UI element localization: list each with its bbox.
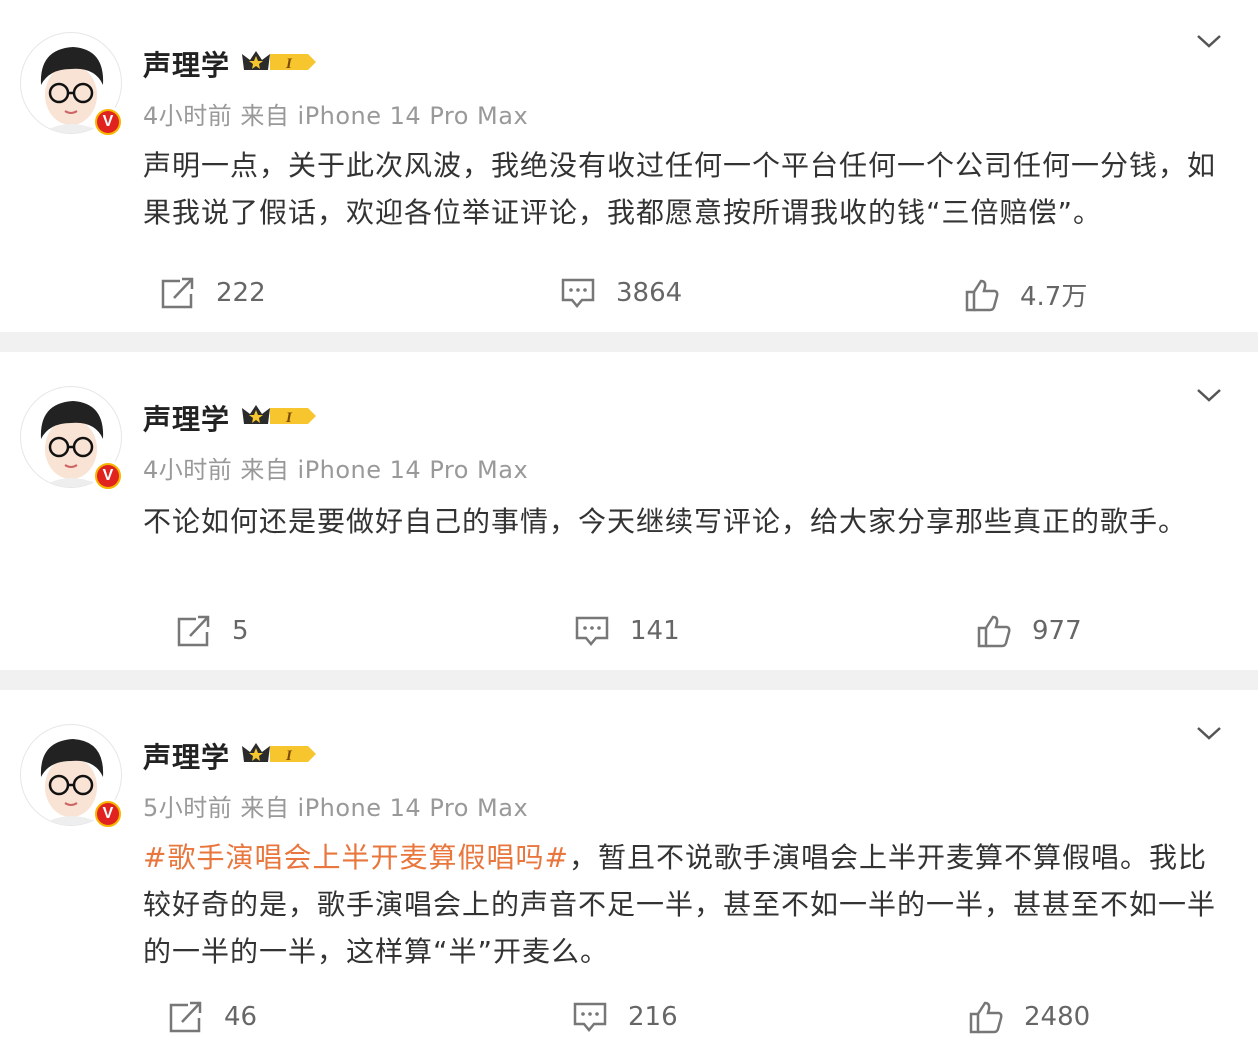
author-name[interactable]: 声理学 <box>143 398 230 438</box>
post-text: 声明一点，关于此次风波，我绝没有收过任何一个平台任何一个公司任何一分钱，如果我说… <box>143 142 1230 236</box>
like-button[interactable]: 2480 <box>968 1000 1090 1034</box>
like-count: 2480 <box>1024 1002 1091 1032</box>
like-button[interactable]: 4.7万 <box>964 276 1087 313</box>
comment-icon <box>573 1002 607 1032</box>
vip-crown-badge-icon: I <box>242 51 316 72</box>
author-name[interactable]: 声理学 <box>143 44 230 84</box>
comment-button[interactable]: 141 <box>574 614 680 648</box>
svg-text:I: I <box>285 748 293 764</box>
thumbs-up-icon <box>965 279 999 311</box>
comment-count: 3864 <box>616 278 683 308</box>
comment-count: 141 <box>630 616 680 646</box>
post-card[interactable]: V 声理学 I 4小时前 来自 iPhone 14 Pro Max 不论如何还是… <box>0 352 1258 670</box>
comment-count: 216 <box>628 1002 678 1032</box>
post-text-body: 不论如何还是要做好自己的事情，今天继续写评论，给大家分享那些真正的歌手。 <box>143 505 1188 538</box>
chevron-down-icon[interactable] <box>1194 722 1224 742</box>
post-text: 不论如何还是要做好自己的事情，今天继续写评论，给大家分享那些真正的歌手。 <box>143 498 1230 545</box>
repost-count: 46 <box>224 1002 258 1032</box>
post-card[interactable]: V 声理学 I 4小时前 来自 iPhone 14 Pro Max 声明一点，关… <box>0 0 1258 332</box>
post-meta: 4小时前 来自 iPhone 14 Pro Max <box>143 456 529 484</box>
vip-crown-badge-icon: I <box>242 743 316 764</box>
post-text: #歌手演唱会上半开麦算假唱吗#，暂且不说歌手演唱会上半开麦算不算假唱。我比较好奇… <box>143 834 1230 975</box>
chevron-down-icon[interactable] <box>1194 384 1224 404</box>
share-icon <box>177 615 210 647</box>
verified-badge-icon: V <box>92 798 124 830</box>
svg-text:I: I <box>285 410 293 426</box>
topic-hashtag-link[interactable]: #歌手演唱会上半开麦算假唱吗# <box>143 841 569 874</box>
comment-icon <box>561 278 595 308</box>
repost-button[interactable]: 222 <box>160 276 266 310</box>
chevron-down-icon[interactable] <box>1194 30 1224 50</box>
repost-count: 5 <box>232 616 249 646</box>
share-icon <box>169 1001 202 1033</box>
post-meta: 4小时前 来自 iPhone 14 Pro Max <box>143 102 529 130</box>
repost-button[interactable]: 46 <box>168 1000 257 1034</box>
like-count: 977 <box>1032 616 1082 646</box>
comment-icon <box>575 616 609 646</box>
author-name[interactable]: 声理学 <box>143 736 230 776</box>
vip-crown-badge-icon: I <box>242 405 316 426</box>
thumbs-up-icon <box>977 615 1011 648</box>
comment-button[interactable]: 216 <box>572 1000 678 1034</box>
post-card[interactable]: V 声理学 I 5小时前 来自 iPhone 14 Pro Max #歌手演唱会… <box>0 690 1258 1060</box>
svg-text:I: I <box>285 56 293 72</box>
thumbs-up-icon <box>969 1001 1003 1034</box>
like-button[interactable]: 977 <box>976 614 1082 648</box>
post-text-body: 声明一点，关于此次风波，我绝没有收过任何一个平台任何一个公司任何一分钱，如果我说… <box>143 149 1217 229</box>
like-count: 4.7万 <box>1020 282 1088 312</box>
share-icon <box>161 277 194 309</box>
post-meta: 5小时前 来自 iPhone 14 Pro Max <box>143 794 529 822</box>
repost-button[interactable]: 5 <box>176 614 249 648</box>
weibo-feed: V 声理学 I 4小时前 来自 iPhone 14 Pro Max 声明一点，关… <box>0 0 1258 1060</box>
verified-badge-icon: V <box>92 106 124 138</box>
repost-count: 222 <box>216 278 266 308</box>
verified-badge-icon: V <box>92 460 124 492</box>
comment-button[interactable]: 3864 <box>560 276 682 310</box>
